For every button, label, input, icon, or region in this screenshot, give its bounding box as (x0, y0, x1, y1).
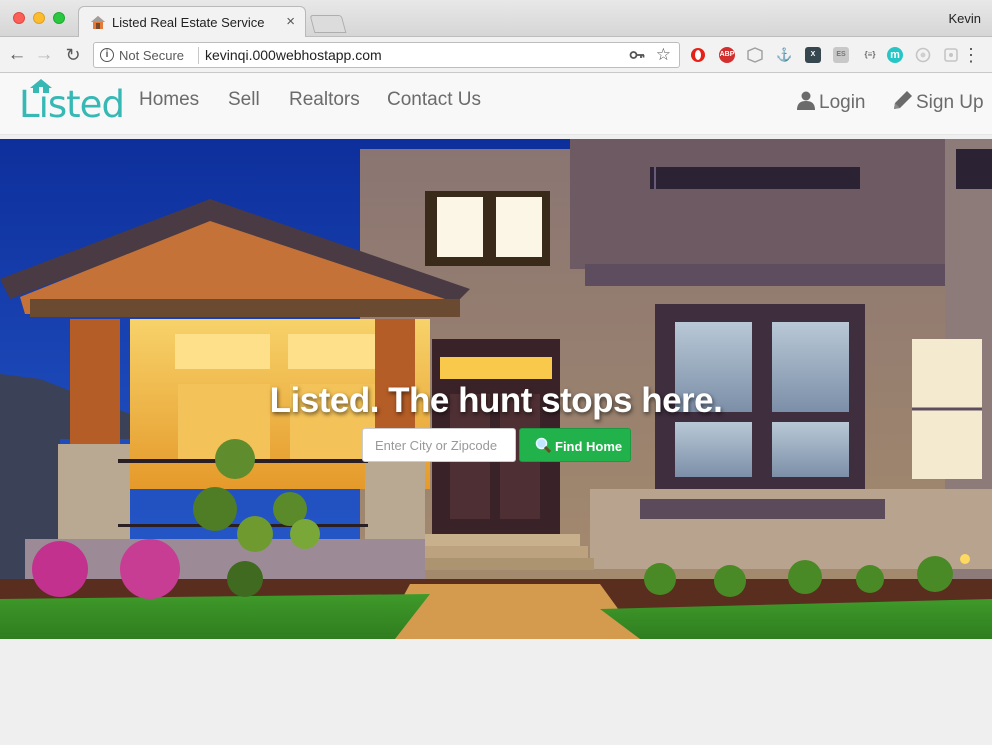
key-icon[interactable] (629, 47, 645, 63)
x-ext-icon[interactable]: X (805, 47, 821, 63)
nav-homes-link[interactable]: Homes (139, 89, 199, 111)
nav-contact-link[interactable]: Contact Us (387, 89, 481, 111)
puzzle-ext-icon[interactable] (943, 47, 959, 63)
window-maximize-button[interactable] (53, 12, 65, 24)
find-home-button[interactable]: Find Home (519, 428, 631, 462)
info-icon[interactable]: i (100, 48, 114, 62)
es-ext-icon[interactable]: ES (833, 47, 849, 63)
profile-name[interactable]: Kevin (948, 11, 981, 26)
nav-sell-link[interactable]: Sell (228, 89, 260, 111)
address-bar[interactable]: i Not Secure kevinqi.000webhostapp.com ☆ (93, 42, 680, 68)
listed-logo[interactable]: Listed (19, 79, 125, 131)
new-tab-button[interactable] (309, 15, 347, 33)
anchor-ext-icon[interactable]: ⚓ (776, 47, 792, 63)
back-arrow-icon[interactable]: ← (6, 44, 28, 66)
signup-link[interactable]: Sign Up (893, 90, 984, 114)
browser-tab[interactable]: Listed Real Estate Service × (78, 6, 306, 37)
city-zip-search-input[interactable] (362, 428, 516, 462)
window-minimize-button[interactable] (33, 12, 45, 24)
bookmark-star-icon[interactable]: ☆ (656, 45, 671, 65)
m-ext-icon[interactable]: m (887, 47, 903, 63)
url-text[interactable]: kevinqi.000webhostapp.com (205, 47, 382, 63)
page-body (0, 639, 992, 745)
find-home-label: Find Home (555, 438, 623, 454)
shield-ext-icon[interactable] (747, 47, 763, 63)
hero-tagline: Listed. The hunt stops here. (269, 381, 723, 420)
login-label: Login (819, 92, 866, 113)
opera-icon[interactable] (690, 47, 706, 63)
login-link[interactable]: Login (796, 90, 866, 114)
logo-house-icon (30, 79, 52, 93)
url-separator (198, 47, 199, 64)
hero-section: Listed. The hunt stops here. Find Home (0, 139, 992, 639)
browser-toolbar: ← → ↻ i Not Secure kevinqi.000webhostapp… (0, 37, 992, 73)
browser-titlebar: Listed Real Estate Service × Kevin (0, 0, 992, 37)
circle-ext-icon[interactable] (915, 47, 931, 63)
pencil-icon (894, 91, 912, 109)
tab-title: Listed Real Estate Service (112, 15, 265, 30)
forward-arrow-icon[interactable]: → (33, 44, 55, 66)
signup-label: Sign Up (916, 92, 984, 113)
tab-close-icon[interactable]: × (286, 13, 295, 30)
window-close-button[interactable] (13, 12, 25, 24)
user-icon (797, 91, 815, 110)
nav-realtors-link[interactable]: Realtors (289, 89, 360, 111)
adblock-icon[interactable]: ABP (719, 47, 735, 63)
security-status[interactable]: Not Secure (119, 48, 184, 63)
magnifier-icon (535, 437, 551, 453)
site-navbar: Listed Homes Sell Realtors Contact Us Lo… (0, 73, 992, 135)
json-ext-icon[interactable]: {≡} (860, 47, 880, 63)
house-favicon-icon (91, 16, 105, 29)
reload-icon[interactable]: ↻ (62, 44, 84, 66)
browser-menu-icon[interactable]: ⋮ (962, 44, 980, 66)
